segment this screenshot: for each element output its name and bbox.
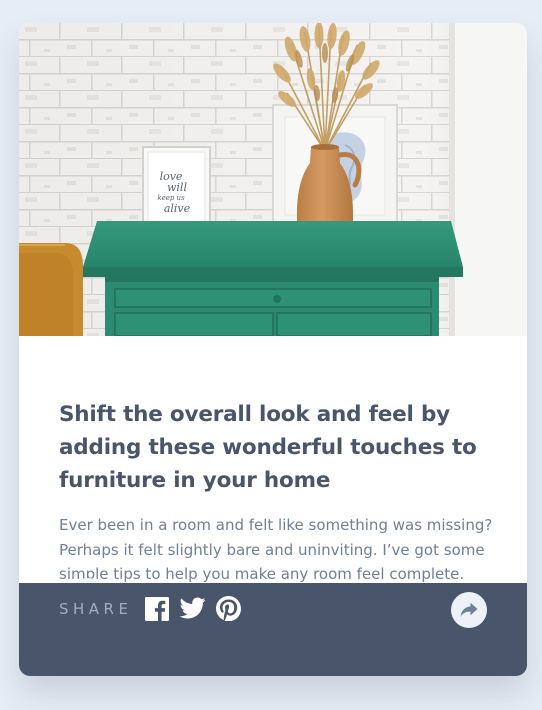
pinterest-icon[interactable]: [216, 596, 241, 621]
article-preview-card: love will keep us alive Shift the overal…: [19, 23, 527, 676]
share-footer: SHARE: [19, 583, 527, 676]
frame-text-line-4: alive: [164, 202, 191, 215]
share-label: SHARE: [59, 600, 133, 618]
share-arrow-icon: [460, 602, 478, 618]
article-content: Shift the overall look and feel by addin…: [19, 336, 527, 606]
share-button[interactable]: [451, 592, 487, 628]
frame-text-line-2: will: [167, 181, 187, 194]
twitter-icon[interactable]: [180, 597, 206, 621]
article-description: Ever been in a room and felt like someth…: [59, 516, 493, 583]
facebook-icon[interactable]: [145, 597, 169, 621]
article-title[interactable]: Shift the overall look and feel by addin…: [59, 398, 489, 497]
frame-text-line-3: keep us: [157, 194, 185, 202]
article-hero-image: love will keep us alive: [19, 23, 527, 336]
